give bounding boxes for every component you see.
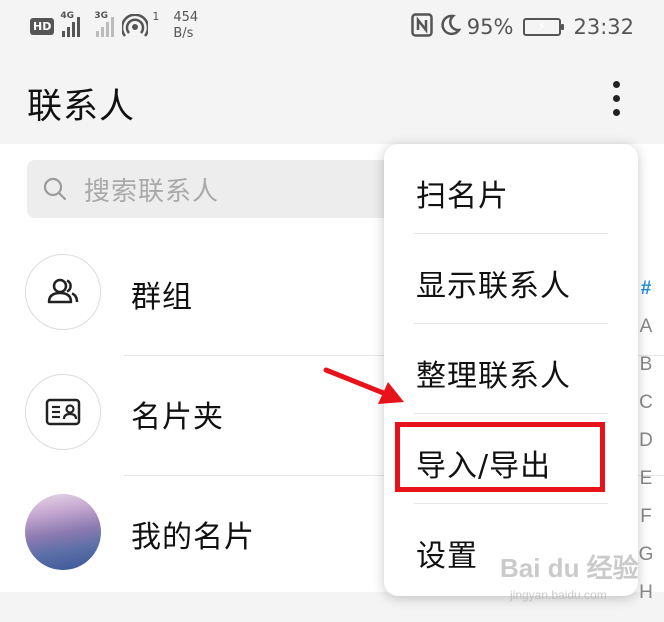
group-icon bbox=[25, 254, 101, 330]
hotspot-icon bbox=[121, 13, 150, 38]
menu-item-label: 设置 bbox=[416, 539, 478, 574]
app-header: 联系人 bbox=[0, 52, 664, 144]
list-item-label: 我的名片 bbox=[131, 520, 255, 555]
sim2-signal-icon: 3G bbox=[94, 11, 115, 37]
menu-item-display-contacts[interactable]: 显示联系人 bbox=[384, 234, 638, 324]
card-holder-icon bbox=[25, 374, 101, 450]
search-placeholder: 搜索联系人 bbox=[84, 176, 220, 207]
list-item-label: 群组 bbox=[131, 280, 193, 315]
watermark-logo: Bai du 经验 bbox=[500, 553, 639, 583]
battery-percent: 95% bbox=[466, 15, 514, 39]
sim1-network-label: 4G bbox=[60, 11, 74, 21]
hd-badge: HD bbox=[30, 17, 55, 35]
clock: 23:32 bbox=[573, 15, 634, 39]
page-title: 联系人 bbox=[27, 87, 136, 127]
status-bar: HD 4G 3G 1 454 B/s 95% ⚡ 23:32 bbox=[0, 0, 664, 52]
menu-item-scan-card[interactable]: 扫名片 bbox=[384, 144, 638, 234]
status-left: HD 4G 3G 1 454 B/s bbox=[30, 10, 198, 42]
more-dot-icon bbox=[612, 108, 620, 116]
more-dot-icon bbox=[612, 94, 620, 102]
list-item-label: 名片夹 bbox=[131, 400, 224, 435]
overflow-menu: 扫名片 显示联系人 整理联系人 导入/导出 设置 bbox=[384, 144, 638, 596]
battery-icon: ⚡ bbox=[523, 18, 565, 36]
more-options-button[interactable] bbox=[600, 78, 632, 118]
highlight-box bbox=[395, 422, 605, 492]
menu-item-label: 显示联系人 bbox=[416, 269, 571, 304]
red-arrow-icon bbox=[323, 367, 404, 404]
network-speed: 454 B/s bbox=[173, 10, 198, 42]
menu-item-label: 整理联系人 bbox=[416, 359, 571, 394]
status-right: 95% ⚡ 23:32 bbox=[411, 12, 634, 42]
moon-icon bbox=[439, 13, 462, 42]
watermark-url: jingyan.baidu.com bbox=[510, 588, 607, 602]
sim2-network-label: 3G bbox=[94, 11, 108, 21]
sim1-signal-icon: 4G bbox=[60, 11, 81, 37]
menu-item-organize-contacts[interactable]: 整理联系人 bbox=[384, 324, 638, 414]
more-dot-icon bbox=[612, 80, 620, 88]
menu-item-label: 扫名片 bbox=[416, 179, 509, 214]
hotspot-count: 1 bbox=[152, 9, 160, 23]
search-icon bbox=[42, 176, 68, 202]
speed-value: 454 bbox=[173, 10, 199, 25]
avatar bbox=[25, 494, 101, 570]
speed-unit: B/s bbox=[173, 26, 194, 41]
nfc-icon bbox=[411, 12, 433, 42]
